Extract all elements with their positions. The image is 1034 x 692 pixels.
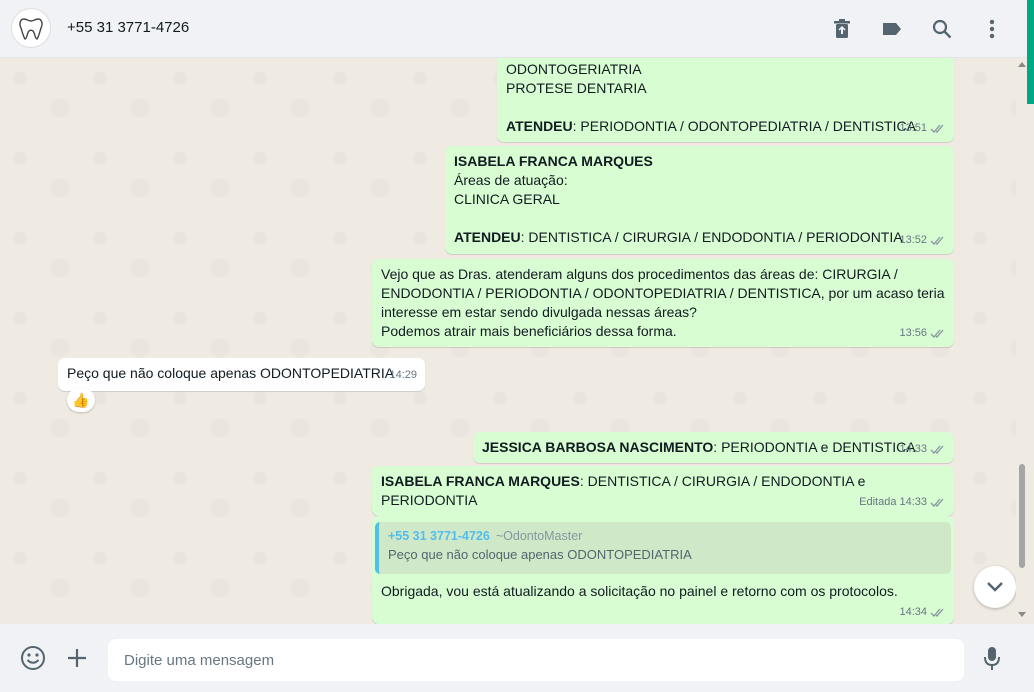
- label-icon[interactable]: [880, 17, 904, 41]
- message-bubble-outgoing[interactable]: ISABELA FRANCA MARQUES: DENTISTICA / CIR…: [372, 466, 954, 516]
- microphone-icon[interactable]: [978, 645, 1006, 673]
- edited-label: Editada: [859, 496, 897, 508]
- message-time: 14:29: [389, 369, 417, 381]
- quote-name: ~OdontoMaster: [495, 529, 583, 543]
- scroll-down-arrow-icon[interactable]: [1018, 612, 1026, 617]
- delete-icon[interactable]: [830, 17, 854, 41]
- message-time: 14:33: [899, 496, 927, 508]
- atendeu-label: ATENDEU: [454, 229, 521, 245]
- message-time: 14:33: [899, 443, 927, 455]
- message-bold: ISABELA FRANCA MARQUES: [381, 473, 580, 489]
- message-meta: 14:34: [899, 603, 946, 622]
- tooth-icon: [19, 18, 43, 40]
- contact-name[interactable]: +55 31 3771-4726: [67, 19, 189, 36]
- double-check-icon: [930, 445, 944, 454]
- composer-bar: [0, 624, 1034, 692]
- double-check-icon: [930, 329, 944, 338]
- double-check-icon: [930, 608, 944, 617]
- message-line: [506, 98, 945, 117]
- message-line: ODONTOGERIATRIA: [506, 61, 642, 77]
- double-check-icon: [930, 236, 944, 245]
- chat-header: +55 31 3771-4726: [0, 0, 1027, 58]
- message-input[interactable]: [108, 639, 964, 681]
- message-time: 13:56: [899, 327, 927, 339]
- scroll-to-bottom-button[interactable]: [974, 566, 1016, 608]
- quote-header: +55 31 3771-4726 ~OdontoMaster: [388, 527, 942, 543]
- message-line: PROTESE DENTARIA: [506, 80, 647, 96]
- message-meta: 14:33: [899, 440, 946, 459]
- message-text: Peço que não coloque apenas ODONTOPEDIAT…: [67, 365, 395, 381]
- message-text: Obrigada, vou está atualizando a solicit…: [381, 583, 898, 599]
- emoji-icon[interactable]: [19, 644, 47, 672]
- message-meta: 13:51: [899, 119, 946, 138]
- contact-avatar[interactable]: [11, 8, 51, 48]
- atendeu-value: : PERIODONTIA / ODONTOPEDIATRIA / DENTIS…: [572, 118, 916, 134]
- message-bubble-outgoing[interactable]: Vejo que as Dras. atenderam alguns dos p…: [372, 259, 954, 347]
- message-bold: JESSICA BARBOSA NASCIMENTO: [482, 439, 714, 455]
- message-line: ISABELA FRANCA MARQUES: DENTISTICA / CIR…: [381, 472, 945, 491]
- message-line: interesse em estar sendo divulgada nessa…: [381, 304, 697, 320]
- message-line: CLINICA GERAL: [454, 191, 560, 207]
- quoted-message[interactable]: +55 31 3771-4726 ~OdontoMaster Peço que n…: [375, 522, 951, 574]
- message-time: 13:52: [899, 234, 927, 246]
- message-bubble-outgoing[interactable]: ODONTOGERIATRIA PROTESE DENTARIA ATENDEU…: [497, 58, 954, 142]
- message-bubble-incoming[interactable]: Peço que não coloque apenas ODONTOPEDIAT…: [58, 358, 425, 391]
- double-check-icon: [930, 124, 944, 133]
- message-line: ATENDEU: PERIODONTIA / ODONTOPEDIATRIA /…: [506, 117, 945, 136]
- search-icon[interactable]: [930, 17, 954, 41]
- message-time: 14:34: [899, 606, 927, 618]
- message-line: JESSICA BARBOSA NASCIMENTO: PERIODONTIA …: [482, 438, 945, 457]
- chevron-down-icon: [987, 582, 1003, 592]
- accent-bar: [1027, 0, 1034, 104]
- message-line: ENDODONTIA / PERIODONTIA / ODONTOPEDIATR…: [381, 285, 945, 301]
- atendeu-value: : DENTISTICA / CIRURGIA / ENDODONTIA / P…: [520, 229, 903, 245]
- message-rest: : PERIODONTIA e DENTISTICA: [713, 439, 916, 455]
- message-time: 13:51: [899, 122, 927, 134]
- message-line: [454, 209, 945, 228]
- message-meta: Editada 14:33: [859, 493, 946, 512]
- atendeu-label: ATENDEU: [506, 118, 573, 134]
- message-rest: : DENTISTICA / CIRURGIA / ENDODONTIA e: [579, 473, 866, 489]
- scroll-up-arrow-icon[interactable]: [1018, 62, 1026, 67]
- message-bubble-outgoing[interactable]: JESSICA BARBOSA NASCIMENTO: PERIODONTIA …: [473, 432, 954, 463]
- scrollbar-thumb[interactable]: [1019, 464, 1025, 568]
- menu-icon[interactable]: [980, 17, 1004, 41]
- thumbs-up-icon: 👍: [72, 391, 90, 408]
- message-meta: 13:52: [899, 231, 946, 250]
- chat-panel: ODONTOGERIATRIA PROTESE DENTARIA ATENDEU…: [0, 58, 1016, 624]
- message-meta: 13:56: [899, 324, 946, 343]
- quote-text: Peço que não coloque apenas ODONTOPEDIAT…: [388, 547, 692, 562]
- message-line: Áreas de atuação:: [454, 172, 568, 188]
- quote-author: +55 31 3771-4726: [388, 529, 490, 543]
- message-bubble-outgoing[interactable]: ISABELA FRANCA MARQUES Áreas de atuação:…: [445, 146, 954, 254]
- message-meta: 14:29: [389, 366, 417, 385]
- attach-plus-icon[interactable]: [63, 644, 91, 672]
- message-title: ISABELA FRANCA MARQUES: [454, 153, 653, 169]
- message-line: Vejo que as Dras. atenderam alguns dos p…: [381, 266, 898, 282]
- message-line: Podemos atrair mais beneficiários dessa …: [381, 323, 677, 339]
- double-check-icon: [930, 498, 944, 507]
- message-line: ATENDEU: DENTISTICA / CIRURGIA / ENDODON…: [454, 228, 945, 247]
- reaction-badge[interactable]: 👍: [67, 388, 95, 412]
